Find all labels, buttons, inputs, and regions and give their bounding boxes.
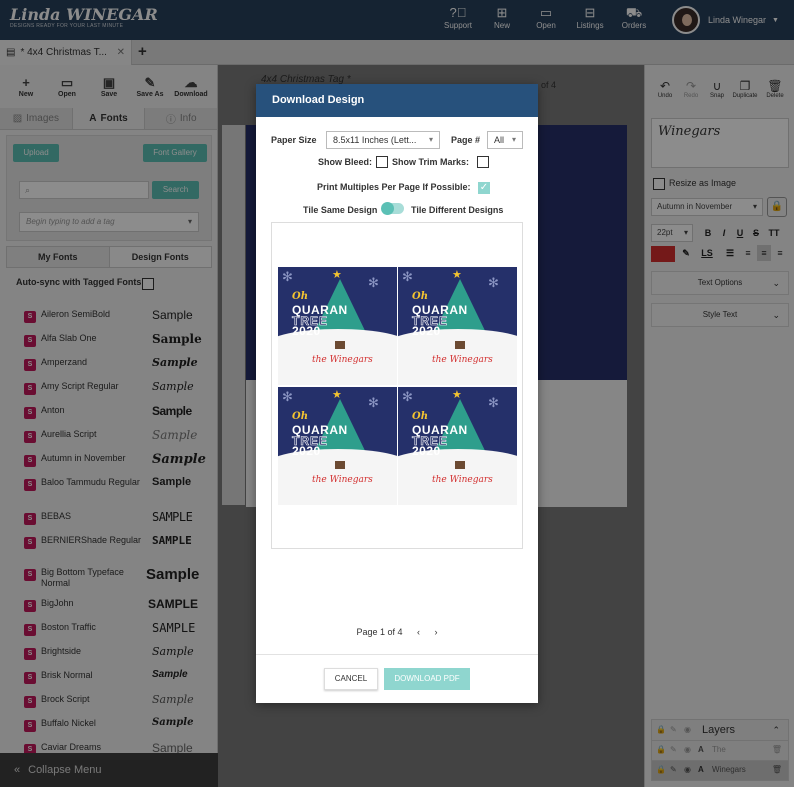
divider [256, 654, 538, 655]
page-number-select[interactable]: All ▾ [487, 131, 523, 149]
print-preview: ✻ ✻ ★ Oh QUARAN TREE 2020 the Winegars ✻… [271, 222, 523, 549]
dialog-title: Download Design [256, 84, 538, 117]
page-number-value: All [494, 135, 505, 145]
preview-tile: ✻ ✻ ★ Oh QUARAN TREE 2020 the Winegars [398, 387, 517, 505]
preview-tile: ✻ ✻ ★ Oh QUARAN TREE 2020 the Winegars [278, 387, 397, 505]
tile-text-year: 2020 [412, 444, 441, 458]
tree-trunk [335, 341, 345, 349]
print-multiples-label: Print Multiples Per Page If Possible: [317, 182, 471, 192]
snowflake-icon: ✻ [402, 389, 413, 404]
snowflake-icon: ✻ [402, 269, 413, 284]
tile-text-oh: Oh [412, 291, 428, 302]
paper-size-label: Paper Size [271, 135, 317, 145]
chevron-down-icon: ▾ [511, 135, 516, 144]
tile-text-year: 2020 [412, 324, 441, 338]
chevron-down-icon: ▾ [428, 135, 433, 144]
tree-trunk [455, 461, 465, 469]
download-pdf-button[interactable]: DOWNLOAD PDF [384, 668, 470, 690]
preview-pager: Page 1 of 4 ‹ › [256, 627, 538, 637]
star-icon: ★ [452, 269, 462, 281]
page-number-label: Page # [451, 135, 481, 145]
preview-tile: ✻ ✻ ★ Oh QUARAN TREE 2020 the Winegars [278, 267, 397, 385]
tree-trunk [335, 461, 345, 469]
show-trim-marks-checkbox[interactable] [477, 156, 489, 168]
print-multiples-checkbox[interactable]: ✓ [478, 182, 490, 194]
star-icon: ★ [332, 269, 342, 281]
checkmark-icon: ✓ [479, 182, 489, 193]
show-trim-marks-label: Show Trim Marks: [392, 157, 470, 167]
preview-tile: ✻ ✻ ★ Oh QUARAN TREE 2020 the Winegars [398, 267, 517, 385]
chevron-right-icon[interactable]: › [435, 627, 438, 637]
paper-size-value: 8.5x11 Inches (Lett... [333, 135, 417, 145]
star-icon: ★ [332, 389, 342, 401]
show-bleed-label: Show Bleed: [318, 157, 373, 167]
tile-text-oh: Oh [292, 291, 308, 302]
tile-same-design-label: Tile Same Design [303, 205, 378, 215]
tile-text-oh: Oh [412, 411, 428, 422]
snowflake-icon: ✻ [282, 389, 293, 404]
tree-trunk [455, 341, 465, 349]
download-design-dialog: Download Design Paper Size 8.5x11 Inches… [256, 84, 538, 703]
tile-text-family: the Winegars [432, 355, 493, 365]
pager-label: Page 1 of 4 [356, 627, 403, 637]
tile-mode-toggle[interactable] [381, 202, 404, 215]
tile-text-family: the Winegars [312, 475, 373, 485]
paper-size-select[interactable]: 8.5x11 Inches (Lett... ▾ [326, 131, 440, 149]
cancel-button[interactable]: CANCEL [324, 668, 378, 690]
toggle-knob [381, 202, 394, 215]
chevron-left-icon[interactable]: ‹ [417, 627, 420, 637]
tile-text-family: the Winegars [432, 475, 493, 485]
snowflake-icon: ✻ [282, 269, 293, 284]
tile-text-family: the Winegars [312, 355, 373, 365]
tile-different-designs-label: Tile Different Designs [411, 205, 504, 215]
show-bleed-checkbox[interactable] [376, 156, 388, 168]
tile-text-oh: Oh [292, 411, 308, 422]
tile-text-year: 2020 [292, 444, 321, 458]
star-icon: ★ [452, 389, 462, 401]
tile-text-year: 2020 [292, 324, 321, 338]
